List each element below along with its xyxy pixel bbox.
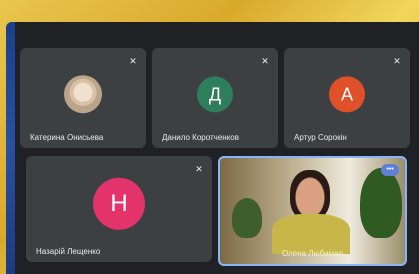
meeting-window: ✕ Катерина Онисьева ✕ Д Данило Коротченк… (6, 22, 419, 274)
participant-tile-4[interactable]: ✕ Н Назарій Лещенко (26, 156, 212, 262)
more-options-icon[interactable]: ••• (381, 164, 399, 176)
background-plant (360, 168, 402, 238)
participant-name: Катерина Онисьева (30, 133, 104, 142)
participant-tile-5-video[interactable]: ••• Олена Любимая (218, 156, 407, 266)
participant-name: Олена Любимая (282, 249, 343, 258)
participant-name: Данило Коротченков (162, 133, 240, 142)
mic-off-icon: ✕ (195, 164, 203, 174)
mic-off-icon: ✕ (261, 56, 269, 66)
participant-video-body (272, 214, 350, 254)
participant-avatar-initial: А (329, 76, 365, 113)
participant-tile-2[interactable]: ✕ Д Данило Коротченков (152, 48, 278, 148)
side-panel-edge (6, 22, 15, 274)
participant-tile-3[interactable]: ✕ А Артур Сорокін (284, 48, 410, 148)
participant-name: Артур Сорокін (294, 133, 347, 142)
mic-off-icon: ✕ (129, 56, 137, 66)
participant-name: Назарій Лещенко (36, 247, 101, 256)
participant-avatar-initial: Н (93, 177, 145, 230)
participant-tile-1[interactable]: ✕ Катерина Онисьева (20, 48, 146, 148)
background-plant (232, 198, 262, 238)
participant-avatar-initial: Д (197, 76, 233, 113)
participant-video-face (290, 170, 330, 220)
participant-avatar-photo (64, 75, 102, 114)
mic-off-icon: ✕ (393, 56, 401, 66)
